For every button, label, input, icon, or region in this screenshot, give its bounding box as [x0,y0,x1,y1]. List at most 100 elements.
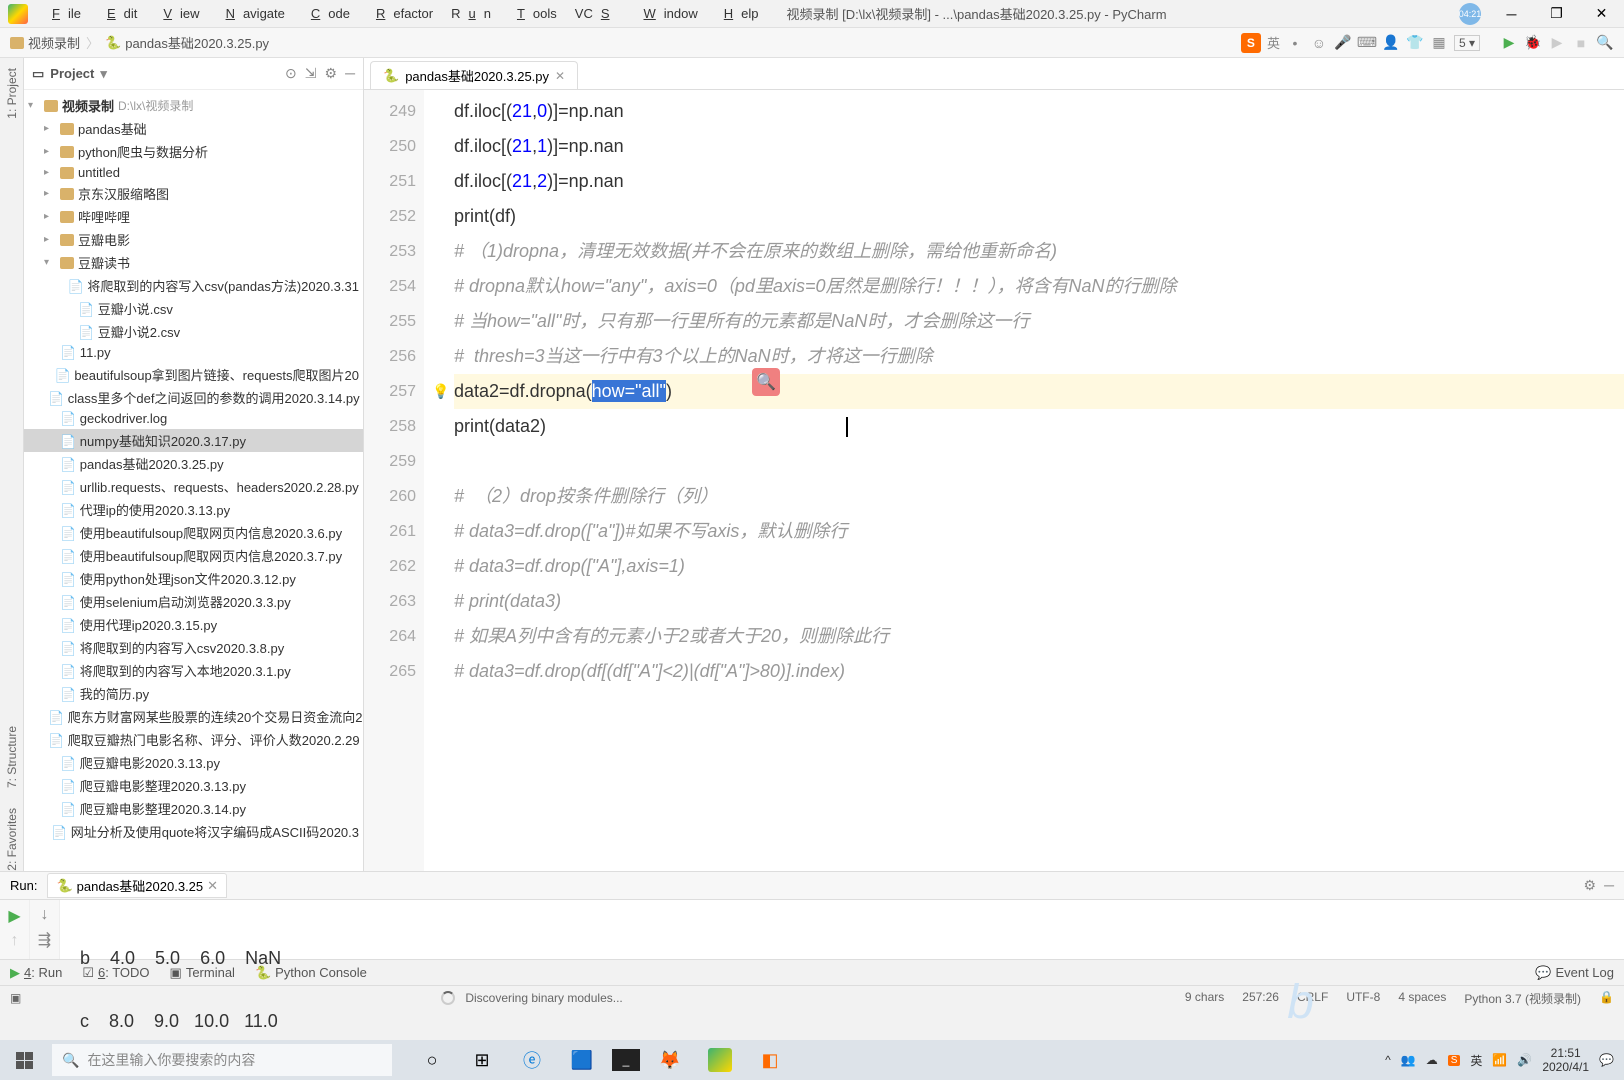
gear-icon[interactable]: ⚙ [1584,877,1597,894]
search-button[interactable]: 🔍 [1596,34,1614,52]
lock-icon[interactable]: 🔒 [1599,990,1614,1007]
tree-file[interactable]: 📄 使用selenium启动浏览器2020.3.3.py [24,590,363,613]
run-output[interactable]: b 4.0 5.0 6.0 NaN c 8.0 9.0 10.0 11.0 [60,900,1624,959]
status-python[interactable]: Python 3.7 (视频录制) [1464,990,1581,1007]
app-icon-2[interactable]: ◧ [750,1040,790,1080]
rerun-button[interactable]: ▶ [8,906,20,926]
breadcrumb-root[interactable]: 视频录制 [10,33,80,52]
tree-file[interactable]: 📄 豆瓣小说2.csv [24,320,363,343]
tree-file[interactable]: 📄 使用beautifulsoup爬取网页内信息2020.3.7.py [24,544,363,567]
tool-terminal[interactable]: ▣Terminal [170,965,235,981]
tab-structure[interactable]: 7: Structure [5,726,19,788]
tree-file[interactable]: 📄 将爬取到的内容写入csv2020.3.8.py [24,636,363,659]
tree-file[interactable]: 📄 numpy基础知识2020.3.17.py [24,429,363,452]
tree-file[interactable]: 📄 代理ip的使用2020.3.13.py [24,498,363,521]
tree-file[interactable]: 📄 爬豆瓣电影整理2020.3.14.py [24,797,363,820]
tool-event-log[interactable]: 💬Event Log [1535,965,1614,981]
gear-icon[interactable]: ⚙ [325,65,338,82]
tab-favorites[interactable]: 2: Favorites [5,808,19,871]
tree-file[interactable]: 📄 class里多个def之间返回的参数的调用2020.3.14.py [24,386,363,409]
terminal-icon[interactable]: _ [612,1049,640,1071]
code-area[interactable]: df.iloc[(21,0)]=np.nandf.iloc[(21,1)]=np… [424,90,1624,871]
firefox-icon[interactable]: 🦊 [650,1040,690,1080]
menu-tools[interactable]: Tools [501,4,565,23]
tree-folder[interactable]: ▸ 哔哩哔哩 [24,205,363,228]
menu-edit[interactable]: Edit [91,4,145,23]
tree-root[interactable]: ▾ 视频录制 D:\lx\视频录制 [24,94,363,117]
tray-sogou-icon[interactable]: S [1448,1055,1461,1066]
tree-file[interactable]: 📄 爬豆瓣电影2020.3.13.py [24,751,363,774]
app-icon-1[interactable]: 🟦 [562,1040,602,1080]
tree-file[interactable]: 📄 使用python处理json文件2020.3.12.py [24,567,363,590]
tree-file[interactable]: 📄 使用beautifulsoup爬取网页内信息2020.3.6.py [24,521,363,544]
close-icon[interactable]: ✕ [555,69,565,83]
tree-file[interactable]: 📄 11.py [24,343,363,363]
tray-wifi-icon[interactable]: 📶 [1492,1053,1507,1067]
down-button[interactable]: ↓ [41,906,49,924]
debug-button[interactable]: 🐞 [1524,34,1542,52]
ime-lang[interactable]: 英 [1267,33,1280,52]
tool-console[interactable]: 🐍Python Console [255,965,367,981]
overlay-icon[interactable]: ▣ [10,991,21,1005]
ime-icon-1[interactable]: • [1286,34,1304,52]
menu-file[interactable]: File [36,4,89,23]
run-button[interactable]: ▶ [1500,34,1518,52]
status-crlf[interactable]: CRLF [1297,990,1328,1007]
tool-run[interactable]: ▶4: Run [10,965,62,981]
tree-file[interactable]: 📄 geckodriver.log [24,409,363,429]
editor-body[interactable]: 2492502512522532542552562572582592602612… [364,90,1624,871]
stop-button[interactable]: ■ [1572,34,1590,52]
menu-vcs[interactable]: VCS [567,4,626,23]
chevron-down-icon[interactable]: ▾ [100,66,107,82]
menu-help[interactable]: Help [708,4,767,23]
start-button[interactable] [0,1040,48,1080]
tree-file[interactable]: 📄 爬东方财富网某些股票的连续20个交易日资金流向2 [24,705,363,728]
locate-icon[interactable]: ⊙ [285,65,297,82]
status-indent[interactable]: 4 spaces [1398,990,1446,1007]
sogou-ime-icon[interactable]: S [1241,33,1261,53]
search-icon-popup[interactable]: 🔍 [752,368,780,396]
tab-project[interactable]: 1: Project [5,68,19,119]
minimize-button[interactable]: ─ [1489,0,1534,28]
tree-file[interactable]: 📄 豆瓣小说.csv [24,297,363,320]
smiley-icon[interactable]: ☺ [1310,34,1328,52]
breadcrumb-file[interactable]: 🐍 pandas基础2020.3.25.py [105,33,269,52]
tray-notifications-icon[interactable]: 💬 [1599,1053,1614,1067]
menu-run[interactable]: Run [443,4,499,23]
tree-file[interactable]: 📄 beautifulsoup拿到图片链接、requests爬取图片20 [24,363,363,386]
expand-icon[interactable]: ⇲ [305,65,317,82]
tree-folder-open[interactable]: ▾ 豆瓣读书 [24,251,363,274]
tree-folder[interactable]: ▸ python爬虫与数据分析 [24,140,363,163]
menu-view[interactable]: View [147,4,207,23]
tray-clock[interactable]: 21:51 2020/4/1 [1542,1046,1589,1075]
status-encoding[interactable]: UTF-8 [1346,990,1380,1007]
filter-button[interactable]: ⇶ [38,930,51,950]
tree-file[interactable]: 📄 将爬取到的内容写入csv(pandas方法)2020.3.31 [24,274,363,297]
tree-file[interactable]: 📄 爬豆瓣电影整理2020.3.13.py [24,774,363,797]
tree-file[interactable]: 📄 pandas基础2020.3.25.py [24,452,363,475]
editor-tab-active[interactable]: 🐍 pandas基础2020.3.25.py ✕ [370,61,578,89]
close-button[interactable]: ✕ [1579,0,1624,28]
keyboard-icon[interactable]: ⌨ [1358,34,1376,52]
tree-folder[interactable]: ▸ 京东汉服缩略图 [24,182,363,205]
hide-icon[interactable]: ─ [345,65,355,82]
tree-file[interactable]: 📄 将爬取到的内容写入本地2020.3.1.py [24,659,363,682]
tree-file[interactable]: 📄 网址分析及使用quote将汉字编码成ASCII码2020.3 [24,820,363,843]
tree-folder[interactable]: ▸ untitled [24,163,363,182]
tray-onedrive-icon[interactable]: ☁ [1426,1053,1438,1067]
menu-window[interactable]: Window [628,4,706,23]
menu-navigate[interactable]: Navigate [210,4,293,23]
shirt-icon[interactable]: 👕 [1406,34,1424,52]
tree-folder[interactable]: ▸ pandas基础 [24,117,363,140]
close-icon[interactable]: ✕ [207,878,218,894]
maximize-button[interactable]: ❐ [1534,0,1579,28]
run-tab[interactable]: 🐍 pandas基础2020.3.25 ✕ [47,873,227,898]
up-button[interactable]: ↑ [11,932,19,950]
hide-icon[interactable]: ─ [1604,877,1614,894]
project-tree[interactable]: ▾ 视频录制 D:\lx\视频录制▸ pandas基础▸ python爬虫与数据… [24,90,363,871]
status-position[interactable]: 257:26 [1242,990,1279,1007]
tray-ime-lang[interactable]: 英 [1470,1052,1482,1069]
tray-volume-icon[interactable]: 🔊 [1517,1053,1532,1067]
tree-folder[interactable]: ▸ 豆瓣电影 [24,228,363,251]
tray-people-icon[interactable]: 👥 [1401,1053,1416,1067]
